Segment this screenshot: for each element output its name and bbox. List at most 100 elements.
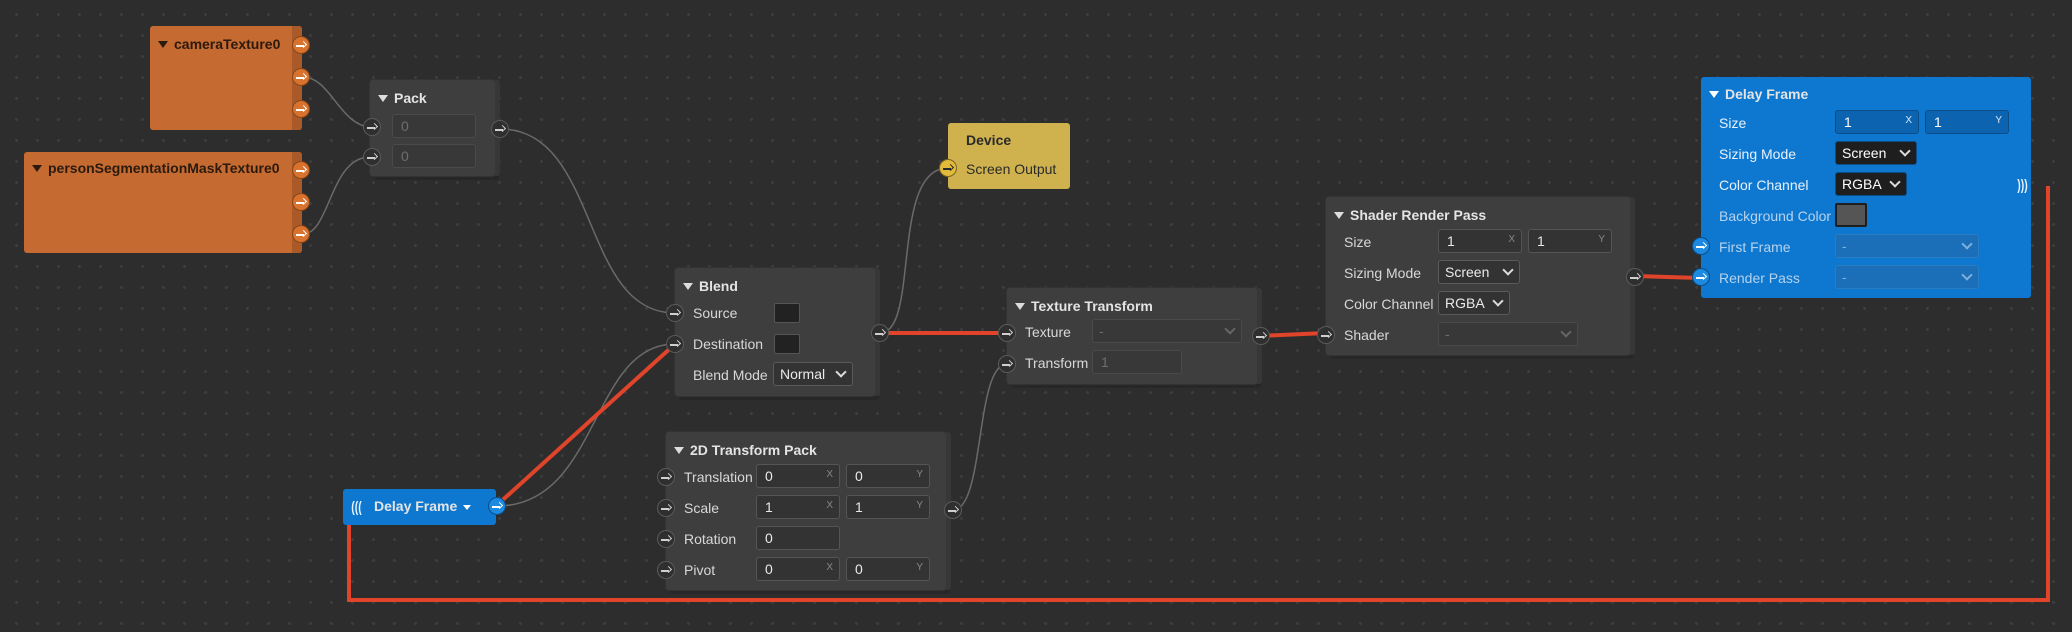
person-output-port-1[interactable]	[292, 161, 310, 179]
camera-output-port-1[interactable]	[292, 36, 310, 54]
delay-frame-node[interactable]: Delay Frame Size 1X 1Y Sizing Mode Scree…	[1701, 77, 2031, 298]
texture-input-port[interactable]	[998, 324, 1016, 342]
transform-value: 1	[1101, 354, 1109, 370]
sizing-mode-value: Screen	[1842, 145, 1887, 161]
color-channel-select[interactable]: RGBA	[1438, 291, 1510, 315]
blend-output-port[interactable]	[871, 324, 889, 342]
sizing-mode-select[interactable]: Screen	[1835, 141, 1917, 165]
node-title: Texture Transform	[1015, 298, 1153, 314]
person-segmentation-texture-node[interactable]: personSegmentationMaskTexture0	[24, 152, 302, 253]
pivot-input-port[interactable]	[657, 561, 675, 579]
size-x-field[interactable]: 1X	[1835, 110, 1919, 134]
scale-x-value: 1	[765, 499, 773, 515]
translation-y-field[interactable]: 0Y	[846, 464, 930, 488]
person-output-port-3[interactable]	[292, 225, 310, 243]
first-frame-select[interactable]: -	[1835, 234, 1979, 258]
pack-output-port[interactable]	[491, 120, 509, 138]
axis-x-label: X	[826, 562, 833, 573]
chevron-down-icon	[1961, 238, 1973, 250]
chevron-down-icon	[1224, 323, 1236, 335]
render-pass-value: -	[1842, 269, 1847, 285]
shader-render-pass-node[interactable]: Shader Render Pass Size 1X 1Y Sizing Mod…	[1326, 197, 1635, 355]
size-x-field[interactable]: 1X	[1438, 229, 1522, 253]
first-frame-label: First Frame	[1719, 239, 1791, 255]
camera-output-port-2[interactable]	[292, 68, 310, 86]
blend-source-port[interactable]	[666, 304, 684, 322]
shader-render-pass-output-port[interactable]	[1626, 268, 1644, 286]
render-pass-select[interactable]: -	[1835, 265, 1979, 289]
pack-input-port-2[interactable]	[363, 148, 381, 166]
pack-input-2[interactable]: 0	[392, 144, 476, 168]
collapse-triangle-icon[interactable]	[158, 41, 168, 48]
translation-input-port[interactable]	[657, 468, 675, 486]
texture-select[interactable]: -	[1092, 319, 1242, 343]
transform-pack-title: 2D Transform Pack	[690, 442, 817, 458]
size-x-value: 1	[1447, 233, 1455, 249]
collapse-triangle-icon[interactable]	[683, 283, 693, 290]
collapse-triangle-icon[interactable]	[32, 165, 42, 172]
camera-texture-node[interactable]: cameraTexture0	[150, 26, 302, 130]
size-y-field[interactable]: 1Y	[1528, 229, 1612, 253]
delay-frame-ref-output-port[interactable]	[488, 497, 506, 515]
background-color-swatch[interactable]	[1835, 203, 1867, 227]
rotation-input-port[interactable]	[657, 530, 675, 548]
color-channel-value: RGBA	[1842, 176, 1882, 192]
camera-texture-title: cameraTexture0	[174, 36, 281, 52]
color-channel-label: Color Channel	[1344, 296, 1434, 312]
node-title: cameraTexture0	[158, 36, 280, 52]
collapse-triangle-icon[interactable]	[1015, 303, 1025, 310]
render-pass-input-port[interactable]	[1692, 268, 1710, 286]
collapse-triangle-icon[interactable]	[1709, 91, 1719, 98]
texture-transform-node[interactable]: Texture Transform Texture - Transform 1	[1007, 288, 1262, 384]
node-title: Delay Frame	[1709, 86, 1808, 102]
scale-x-field[interactable]: 1X	[756, 495, 840, 519]
collapse-triangle-icon[interactable]	[674, 447, 684, 454]
pack-input-port-1[interactable]	[363, 118, 381, 136]
pivot-label: Pivot	[684, 562, 716, 578]
pivot-x-field[interactable]: 0X	[756, 557, 840, 581]
size-y-field[interactable]: 1Y	[1925, 110, 2009, 134]
texture-transform-output-port[interactable]	[1252, 327, 1270, 345]
sizing-mode-label: Sizing Mode	[1719, 146, 1797, 162]
size-label: Size	[1719, 115, 1747, 131]
transform-pack-node[interactable]: 2D Transform Pack Translation 0X 0Y Scal…	[666, 432, 951, 590]
pivot-y-field[interactable]: 0Y	[846, 557, 930, 581]
first-frame-input-port[interactable]	[1692, 237, 1710, 255]
source-swatch[interactable]	[774, 303, 800, 323]
chevron-down-icon	[1492, 295, 1504, 307]
pack-node[interactable]: Pack 0 0	[370, 80, 500, 176]
scale-y-field[interactable]: 1Y	[846, 495, 930, 519]
device-node[interactable]: Device Screen Output	[948, 123, 1070, 189]
blend-destination-port[interactable]	[666, 335, 684, 353]
axis-x-label: X	[826, 469, 833, 480]
delay-frame-reference-node[interactable]: ((( Delay Frame	[343, 489, 496, 525]
person-output-port-2[interactable]	[292, 193, 310, 211]
pack-input-1[interactable]: 0	[392, 114, 476, 138]
translation-label: Translation	[684, 469, 753, 485]
shader-input-port[interactable]	[1317, 326, 1335, 344]
shader-select[interactable]: -	[1438, 322, 1578, 346]
screen-output-port[interactable]	[939, 159, 957, 177]
collapse-triangle-icon[interactable]	[378, 95, 388, 102]
chevron-down-icon[interactable]	[463, 505, 472, 510]
chevron-down-icon	[835, 366, 847, 378]
wire-person-to-pack	[302, 156, 371, 235]
rotation-field[interactable]: 0	[756, 526, 840, 550]
axis-x-label: X	[1905, 115, 1912, 126]
transform-pack-output-port[interactable]	[944, 501, 962, 519]
scale-input-port[interactable]	[657, 499, 675, 517]
sizing-mode-select[interactable]: Screen	[1438, 260, 1520, 284]
translation-x-field[interactable]: 0X	[756, 464, 840, 488]
camera-output-port-3[interactable]	[292, 100, 310, 118]
collapse-triangle-icon[interactable]	[1334, 212, 1344, 219]
wave-signal-icon: (((	[351, 499, 362, 516]
color-channel-select[interactable]: RGBA	[1835, 172, 1907, 196]
node-title: 2D Transform Pack	[674, 442, 817, 458]
destination-swatch[interactable]	[774, 334, 800, 354]
transform-input-port[interactable]	[998, 355, 1016, 373]
node-title: Device	[966, 132, 1012, 148]
wire-delayref-to-blend-destination	[494, 342, 677, 508]
blend-mode-select[interactable]: Normal	[773, 362, 853, 386]
blend-node[interactable]: Blend Source Destination Blend Mode Norm…	[675, 268, 880, 396]
transform-field[interactable]: 1	[1092, 350, 1182, 374]
